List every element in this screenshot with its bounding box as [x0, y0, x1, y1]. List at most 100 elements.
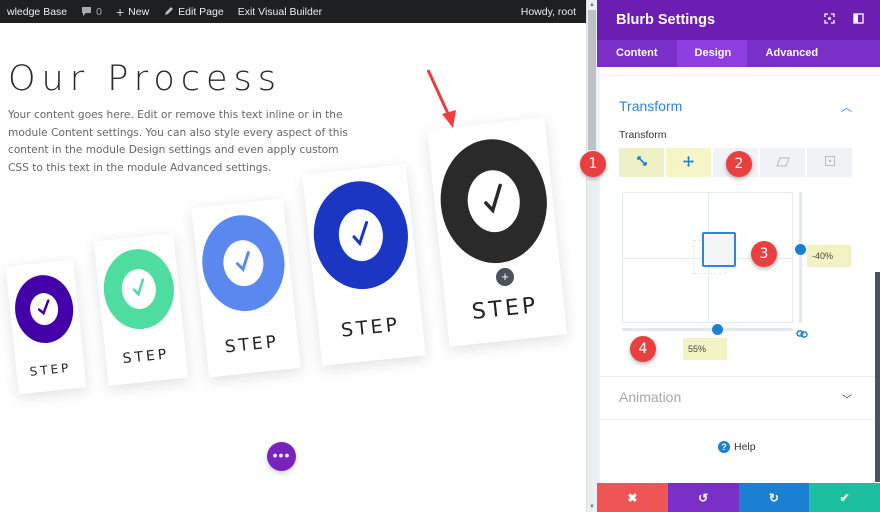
step-label-4: STEP — [340, 313, 402, 342]
step-card-3[interactable]: STEP — [191, 198, 301, 378]
panel-body: Transform ︿ Transform -40% 55% Animation… — [597, 67, 880, 483]
scroll-down-arrow-icon[interactable]: ▼ — [587, 502, 597, 512]
move-icon — [683, 154, 694, 172]
step-label-3: STEP — [223, 331, 280, 358]
page-scrollbar[interactable]: ▲ ▼ — [586, 0, 597, 512]
callout-number: 3 — [751, 241, 777, 267]
comments-link[interactable]: 0 — [74, 0, 109, 23]
transform-section-toggle[interactable]: Transform — [619, 98, 682, 114]
check-icon — [349, 219, 372, 252]
origin-button[interactable] — [807, 148, 852, 177]
help-icon: ? — [718, 441, 730, 453]
close-icon: ✖ — [627, 490, 638, 505]
transform-label: Transform — [619, 129, 667, 141]
comment-icon — [81, 6, 92, 17]
pencil-icon — [163, 6, 174, 17]
step-label-2: STEP — [121, 346, 171, 368]
exit-visual-builder-link[interactable]: Exit Visual Builder — [231, 0, 329, 23]
translate-y-input[interactable]: -40% — [807, 245, 851, 267]
scale-icon — [636, 154, 648, 172]
step-card-2[interactable]: STEP — [93, 233, 189, 386]
fullscreen-icon[interactable] — [824, 12, 835, 28]
cancel-button[interactable]: ✖ — [597, 483, 668, 512]
greeting-text: Howdy, root — [520, 5, 576, 18]
callout-4: 4 — [630, 336, 660, 362]
page-canvas: Our Process Your content goes here. Edit… — [0, 23, 586, 512]
redo-icon: ↻ — [768, 490, 779, 505]
comments-count: 0 — [96, 5, 102, 18]
translate-x-slider-knob[interactable] — [712, 324, 723, 335]
check-icon — [36, 298, 52, 320]
translate-x-input[interactable]: 55% — [683, 338, 727, 360]
scroll-up-arrow-icon[interactable]: ▲ — [587, 0, 597, 10]
blurb-settings-panel: Blurb Settings Content Design Advanced T… — [597, 0, 880, 512]
site-name: wledge Base — [7, 5, 68, 18]
panel-scrollbar[interactable] — [875, 272, 880, 482]
callout-3: 3 — [751, 241, 781, 267]
edit-page-link[interactable]: Edit Page — [156, 0, 231, 23]
new-label: New — [128, 5, 150, 18]
check-icon — [480, 183, 508, 220]
exit-visual-builder-label: Exit Visual Builder — [237, 5, 323, 18]
divider — [600, 376, 880, 377]
site-name-link[interactable]: wledge Base — [0, 0, 74, 23]
step-ring-1 — [11, 272, 77, 346]
check-icon — [130, 276, 149, 303]
help-label: Help — [734, 441, 756, 453]
help-link[interactable]: ? Help — [718, 441, 756, 453]
save-button[interactable]: ✔ — [809, 483, 880, 512]
panel-footer: ✖ ↺ ↻ ✔ — [597, 483, 880, 512]
page-body-text: Your content goes here. Edit or remove t… — [8, 109, 348, 174]
user-greeting[interactable]: Howdy, root — [514, 0, 586, 23]
step-ring-2 — [99, 245, 178, 333]
add-module-button[interactable]: + — [496, 268, 514, 286]
wp-admin-bar: wledge Base 0 + New Edit Page Exit Visua… — [0, 0, 586, 23]
undo-button[interactable]: ↺ — [667, 483, 739, 512]
tab-content[interactable]: Content — [597, 40, 677, 67]
callout-1: 1 — [580, 151, 610, 177]
scrollbar-thumb[interactable] — [588, 10, 596, 150]
new-link[interactable]: + New — [109, 0, 156, 23]
more-options-button[interactable]: ••• — [267, 442, 296, 471]
check-icon: ✔ — [839, 490, 850, 505]
step-card-5[interactable]: STEP — [426, 117, 568, 347]
step-ring-5 — [434, 133, 553, 269]
translated-box — [702, 232, 736, 267]
page-title: Our Process — [8, 59, 283, 99]
callout-number: 2 — [726, 151, 752, 177]
callout-number: 4 — [630, 336, 656, 362]
tab-advanced[interactable]: Advanced — [747, 40, 838, 67]
callout-number: 1 — [580, 151, 606, 177]
step-label-1: STEP — [28, 360, 72, 379]
step-label-5: STEP — [470, 293, 540, 325]
step-ring-3 — [197, 211, 290, 316]
arrow-annotation-icon — [426, 69, 456, 128]
panel-header: Blurb Settings — [597, 0, 880, 40]
panel-title: Blurb Settings — [616, 12, 716, 28]
skew-button[interactable] — [760, 148, 805, 177]
edit-page-label: Edit Page — [178, 5, 224, 18]
chevron-down-icon[interactable]: ﹀ — [842, 391, 852, 406]
divider — [600, 75, 880, 76]
tab-design[interactable]: Design — [676, 40, 747, 67]
translate-y-slider[interactable] — [795, 192, 806, 323]
step-card-4[interactable]: STEP — [302, 164, 426, 366]
divider — [600, 419, 880, 420]
translate-button[interactable] — [666, 148, 711, 177]
dock-panel-icon[interactable] — [853, 12, 864, 28]
skew-icon — [775, 154, 790, 172]
link-values-icon[interactable] — [796, 325, 808, 343]
translate-y-slider-knob[interactable] — [795, 244, 806, 255]
redo-button[interactable]: ↻ — [738, 483, 810, 512]
check-icon — [233, 249, 254, 278]
step-card-1[interactable]: STEP — [5, 259, 87, 395]
translate-x-slider[interactable] — [622, 324, 793, 335]
animation-section-toggle[interactable]: Animation — [619, 389, 681, 405]
chevron-up-icon[interactable]: ︿ — [841, 99, 852, 115]
scale-button[interactable] — [619, 148, 664, 177]
callout-2: 2 — [726, 151, 756, 177]
plus-icon: + — [115, 3, 125, 20]
undo-icon: ↺ — [698, 490, 709, 505]
origin-icon — [824, 154, 836, 172]
step-ring-4 — [308, 176, 414, 294]
